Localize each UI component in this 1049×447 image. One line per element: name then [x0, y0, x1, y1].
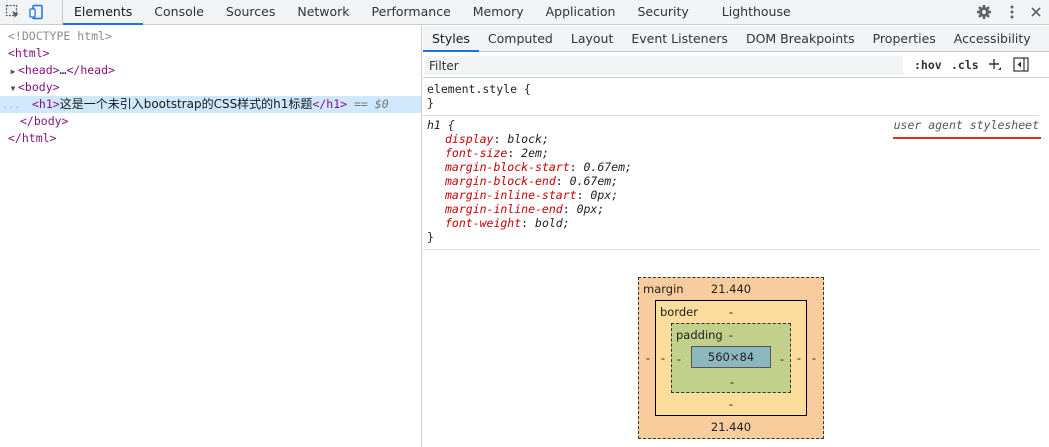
subtab-accessibility[interactable]: Accessibility [945, 26, 1040, 52]
css-declaration[interactable]: font-size: 2em; [445, 146, 1039, 160]
dom-html-close[interactable]: </html> [0, 130, 421, 147]
css-property[interactable]: margin-block-start [445, 160, 570, 174]
devtools-tabs: Elements Console Sources Network Performance… [62, 0, 802, 25]
h1-declarations: display: block; font-size: 2em; margin-blo… [427, 132, 1039, 230]
cls-button[interactable]: .cls [951, 57, 979, 74]
dom-doctype[interactable]: <!DOCTYPE html> [0, 28, 421, 45]
subtab-properties[interactable]: Properties [864, 26, 945, 52]
tab-sources[interactable]: Sources [215, 0, 286, 25]
red-underline [893, 137, 1041, 139]
css-property[interactable]: margin-block-end [445, 174, 556, 188]
subtab-computed[interactable]: Computed [479, 26, 562, 52]
tab-lighthouse[interactable]: Lighthouse [700, 0, 802, 25]
inspect-element-icon[interactable] [4, 3, 22, 21]
css-value[interactable]: block; [507, 132, 549, 146]
tab-elements[interactable]: Elements [63, 0, 144, 25]
subtab-layout[interactable]: Layout [562, 26, 623, 52]
tab-application[interactable]: Application [535, 0, 627, 25]
css-declaration[interactable]: margin-inline-start: 0px; [445, 188, 1039, 202]
css-property[interactable]: display [445, 132, 493, 146]
subtab-event-listeners[interactable]: Event Listeners [622, 26, 737, 52]
add-rule-icon[interactable] [988, 56, 1002, 73]
dom-body-open[interactable]: ▼ <body> [0, 79, 421, 96]
element-style-rule[interactable]: element.style { } [423, 82, 1039, 116]
css-value[interactable]: 2em; [521, 146, 549, 160]
css-value[interactable]: 0px; [590, 188, 618, 202]
subtab-dom-breakpoints[interactable]: DOM Breakpoints [737, 26, 864, 52]
styles-subtabs: Styles Computed Layout Event Listeners DOM B… [423, 26, 1049, 52]
dom-head-node[interactable]: ▶ <head>…</head> [0, 62, 421, 79]
css-value[interactable]: 0.67em; [570, 174, 618, 188]
dom-html-open[interactable]: <html> [0, 45, 421, 62]
tab-memory[interactable]: Memory [462, 0, 535, 25]
css-value[interactable]: bold; [535, 216, 570, 230]
css-declaration[interactable]: margin-block-start: 0.67em; [445, 160, 1039, 174]
box-model-content[interactable]: 560×84 [691, 346, 771, 368]
gear-icon[interactable] [975, 3, 993, 21]
devtools-toolbar: Elements Console Sources Network Performance… [0, 0, 1049, 25]
filter-input[interactable] [425, 56, 903, 75]
css-declaration[interactable]: margin-block-end: 0.67em; [445, 174, 1039, 188]
toggle-sidebar-icon[interactable] [1013, 57, 1029, 74]
css-property[interactable]: margin-inline-end [445, 202, 563, 216]
tab-performance[interactable]: Performance [361, 0, 462, 25]
more-options-icon[interactable] [1003, 3, 1021, 21]
css-property[interactable]: margin-inline-start [445, 188, 577, 202]
hov-button[interactable]: :hov [914, 57, 942, 74]
css-declaration[interactable]: font-weight: bold; [445, 216, 1039, 230]
css-property[interactable]: font-size [445, 146, 507, 160]
styles-filter-bar: :hov .cls [423, 53, 1049, 78]
css-declaration[interactable]: display: block; [445, 132, 1039, 146]
stylesheet-origin-link[interactable]: user agent stylesheet [894, 118, 1039, 132]
css-property[interactable]: font-weight [445, 216, 521, 230]
styles-panel: Styles Computed Layout Event Listeners DOM B… [423, 26, 1049, 447]
css-declaration[interactable]: margin-inline-end: 0px; [445, 202, 1039, 216]
expand-arrow-icon[interactable]: ▶ [8, 63, 18, 80]
tab-security[interactable]: Security [626, 0, 699, 25]
close-icon[interactable] [1027, 3, 1045, 21]
box-model-diagram: margin 21.440 21.440 - - border - - - - … [638, 277, 824, 439]
dom-h1-node[interactable]: ... <h1>这是一个未引入bootstrap的CSS样式的h1标题</h1> … [0, 96, 421, 113]
css-value[interactable]: 0.67em; [583, 160, 631, 174]
collapse-arrow-icon[interactable]: ▼ [8, 80, 18, 97]
tab-console[interactable]: Console [143, 0, 215, 25]
tab-network[interactable]: Network [286, 0, 360, 25]
css-value[interactable]: 0px; [577, 202, 605, 216]
dom-body-close[interactable]: </body> [0, 113, 421, 130]
dom-tree-panel: <!DOCTYPE html> <html> ▶ <head>…</head> ▼… [0, 26, 422, 447]
device-toolbar-icon[interactable] [28, 3, 46, 21]
subtab-styles[interactable]: Styles [423, 26, 479, 52]
